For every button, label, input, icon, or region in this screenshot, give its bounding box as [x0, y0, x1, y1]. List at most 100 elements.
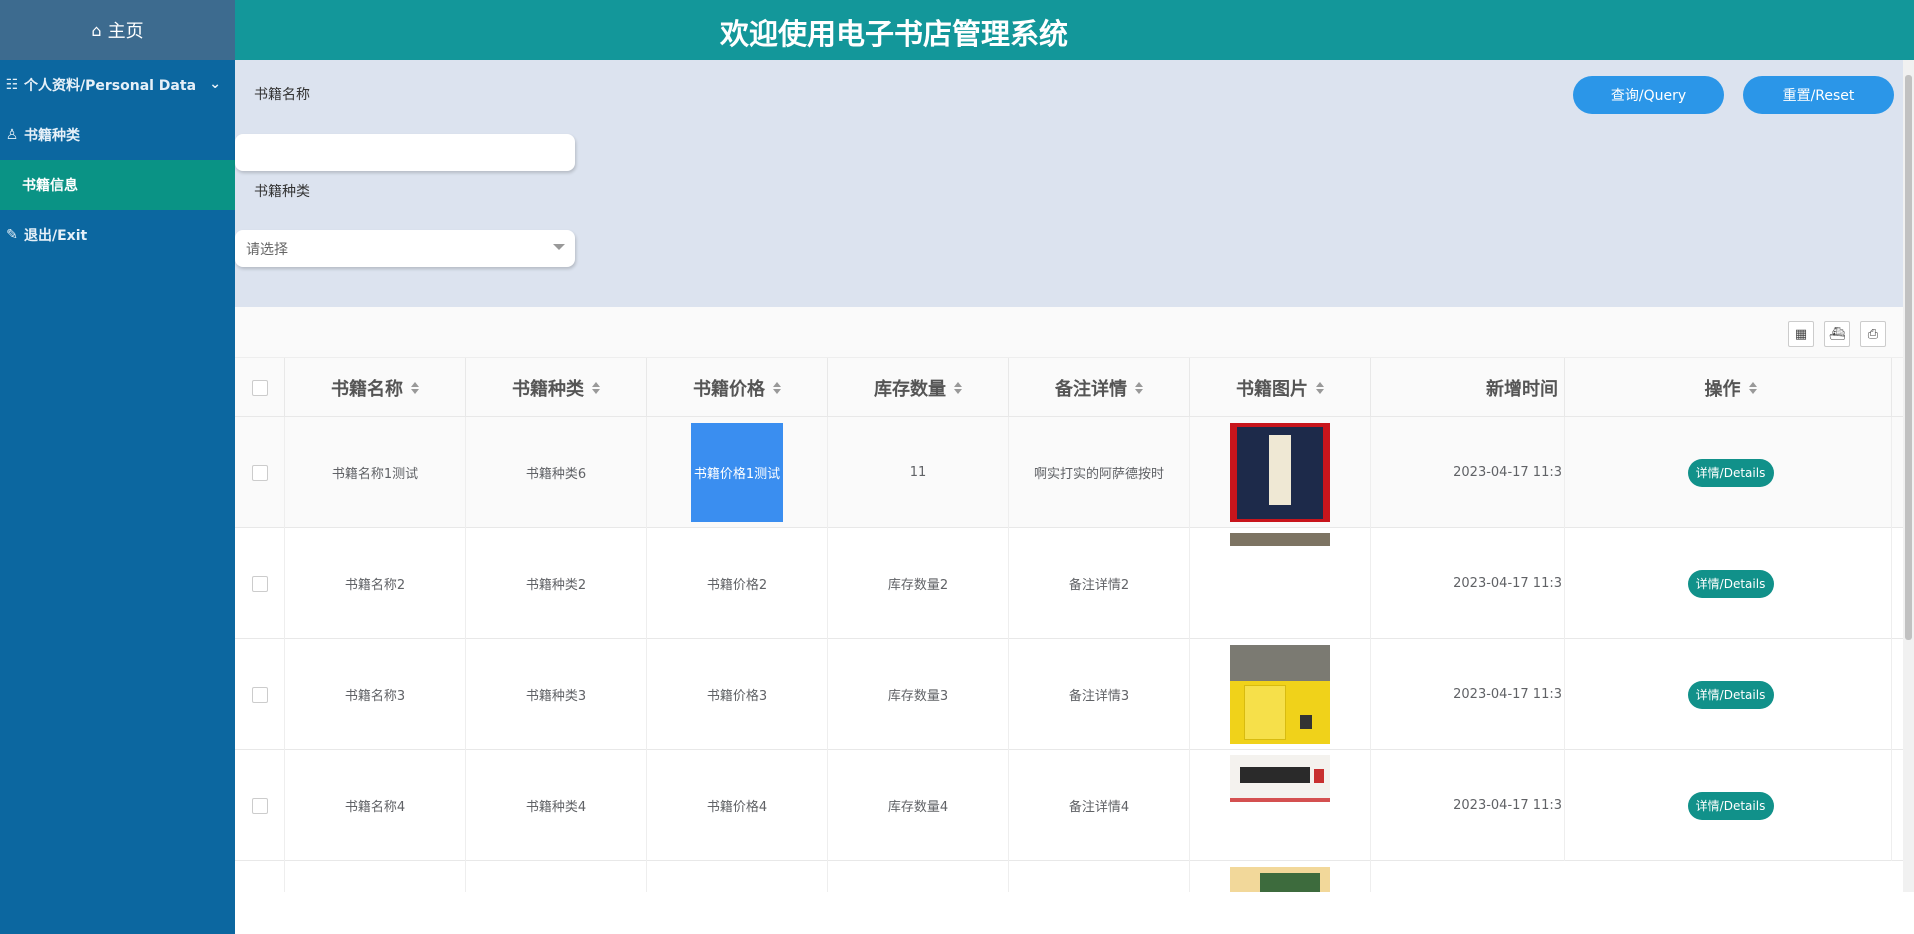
cell-image [1190, 528, 1371, 639]
cell-type: 书籍种类4 [466, 750, 647, 861]
filter-panel: 书籍名称 书籍种类 请选择 查询/Query 重置/Reset [235, 60, 1903, 307]
cell-stock: 11 [828, 417, 1009, 528]
cell-note: 备注详情4 [1009, 750, 1190, 861]
sidebar-home[interactable]: ⌂ 主页 [0, 0, 235, 60]
col-header-stock[interactable]: 库存数量 [828, 358, 1009, 418]
sidebar-item-book-types[interactable]: ♙ 书籍种类 [0, 110, 235, 160]
row-checkbox[interactable] [251, 797, 268, 814]
cell-name [285, 861, 466, 892]
row-checkbox-cell [235, 750, 285, 861]
select-all-checkbox[interactable] [251, 380, 268, 396]
cell-image [1190, 639, 1371, 750]
cell-time: 2023-04-17 11:3 [1371, 750, 1565, 861]
header-label: 书籍价格 [693, 379, 765, 400]
cell-time: 2023-04-17 11:3 [1371, 417, 1565, 528]
exit-icon: ✎ [6, 227, 18, 243]
cell-stock: 库存数量4 [828, 750, 1009, 861]
book-cover-image[interactable] [1230, 645, 1330, 744]
cell-name: 书籍名称2 [285, 528, 466, 639]
cell-name: 书籍名称3 [285, 639, 466, 750]
header-label: 备注详情 [1055, 379, 1127, 400]
row-checkbox[interactable] [251, 575, 268, 592]
page-bottom [235, 892, 1914, 934]
sidebar-item-exit[interactable]: ✎ 退出/Exit [0, 210, 235, 260]
select-placeholder: 请选择 [246, 241, 288, 258]
sidebar-item-personal-data[interactable]: ☷ 个人资料/Personal Data ⌄ [0, 60, 235, 110]
row-checkbox-cell [235, 639, 285, 750]
details-button[interactable]: 详情/Details [1687, 680, 1774, 709]
details-button[interactable]: 详情/Details [1687, 791, 1774, 820]
book-cover-image[interactable] [1230, 533, 1330, 546]
home-label: 主页 [107, 21, 144, 42]
sidebar-item-book-info[interactable]: 书籍信息 [0, 160, 235, 210]
book-cover-image[interactable] [1230, 755, 1330, 802]
cell-price: 书籍价格3 [647, 639, 828, 750]
user-card-icon: ☷ [5, 77, 19, 93]
col-header-name[interactable]: 书籍名称 [285, 358, 466, 418]
sort-icon[interactable] [411, 382, 419, 394]
sidebar-item-label: 退出/Exit [24, 228, 88, 244]
header-label: 新增时间 [1486, 379, 1558, 400]
scrollbar-thumb[interactable] [1905, 75, 1912, 640]
cell-type: 书籍种类3 [466, 639, 647, 750]
col-header-time[interactable]: 新增时间 [1371, 358, 1565, 418]
cell-image [1190, 417, 1371, 528]
cell-price: 书籍价格1测试 [647, 417, 828, 528]
book-type-label: 书籍种类 [254, 184, 310, 200]
cell-action: 详情/Details [1570, 750, 1892, 861]
cell-price: 书籍价格2 [647, 528, 828, 639]
cell-time: 2023-04-17 11:3 [1371, 528, 1565, 639]
table-row[interactable]: 书籍名称2 书籍种类2 书籍价格2 库存数量2 备注详情2 2023-04-17… [235, 528, 1903, 639]
cell-name: 书籍名称1测试 [285, 417, 466, 528]
sidebar-item-label: 书籍信息 [22, 178, 78, 194]
cell-type: 书籍种类6 [466, 417, 647, 528]
reset-button[interactable]: 重置/Reset [1743, 76, 1894, 114]
col-header-image[interactable]: 书籍图片 [1190, 358, 1371, 418]
col-header-type[interactable]: 书籍种类 [466, 358, 647, 418]
details-button[interactable]: 详情/Details [1687, 458, 1774, 487]
row-checkbox-cell [235, 528, 285, 639]
row-checkbox[interactable] [251, 686, 268, 703]
cell-action: 详情/Details [1570, 417, 1892, 528]
sort-icon[interactable] [954, 382, 962, 394]
col-header-action[interactable]: 操作 [1570, 358, 1892, 418]
selected-text-highlight: 书籍价格1测试 [691, 423, 783, 522]
book-name-label: 书籍名称 [254, 87, 310, 103]
table-row[interactable]: 书籍名称1测试 书籍种类6 书籍价格1测试 11 啊实打实的阿萨德按时 2023… [235, 417, 1903, 528]
sidebar-item-label: 书籍种类 [24, 128, 80, 144]
dropdown-arrow-icon [553, 244, 565, 250]
table-row[interactable]: 书籍名称3 书籍种类3 书籍价格3 库存数量3 备注详情3 2023-04-17… [235, 639, 1903, 750]
row-checkbox-cell [235, 417, 285, 528]
cell-price [647, 861, 828, 892]
header: 欢迎使用电子书店管理系统 [235, 0, 1914, 60]
details-button[interactable]: 详情/Details [1687, 569, 1774, 598]
sort-icon[interactable] [773, 382, 781, 394]
book-type-select[interactable]: 请选择 [235, 230, 575, 267]
sort-icon[interactable] [1135, 382, 1143, 394]
col-header-price[interactable]: 书籍价格 [647, 358, 828, 418]
cell-name: 书籍名称4 [285, 750, 466, 861]
col-header-note[interactable]: 备注详情 [1009, 358, 1190, 418]
user-icon: ♙ [5, 127, 19, 143]
book-cover-image[interactable] [1230, 423, 1330, 522]
row-checkbox[interactable] [251, 464, 268, 481]
print-icon[interactable]: ⎙ [1860, 321, 1886, 347]
sort-icon[interactable] [592, 382, 600, 394]
vertical-scrollbar[interactable] [1903, 60, 1914, 892]
cell-price: 书籍价格4 [647, 750, 828, 861]
table-row[interactable]: 书籍名称4 书籍种类4 书籍价格4 库存数量4 备注详情4 2023-04-17… [235, 750, 1903, 861]
book-name-input[interactable] [235, 134, 575, 171]
cell-note: 备注详情3 [1009, 639, 1190, 750]
home-icon: ⌂ [91, 20, 102, 40]
sort-icon[interactable] [1748, 382, 1757, 394]
sort-icon[interactable] [1316, 382, 1324, 394]
table-row[interactable] [235, 861, 1903, 892]
book-cover-image[interactable] [1230, 867, 1330, 892]
query-button[interactable]: 查询/Query [1573, 76, 1724, 114]
columns-icon[interactable]: ▦ [1788, 321, 1814, 347]
cell-note: 备注详情2 [1009, 528, 1190, 639]
cell-type [466, 861, 647, 892]
chevron-down-icon: ⌄ [209, 76, 221, 92]
cell-note: 啊实打实的阿萨德按时 [1009, 417, 1190, 528]
export-icon[interactable]: ⛴ [1824, 321, 1850, 347]
